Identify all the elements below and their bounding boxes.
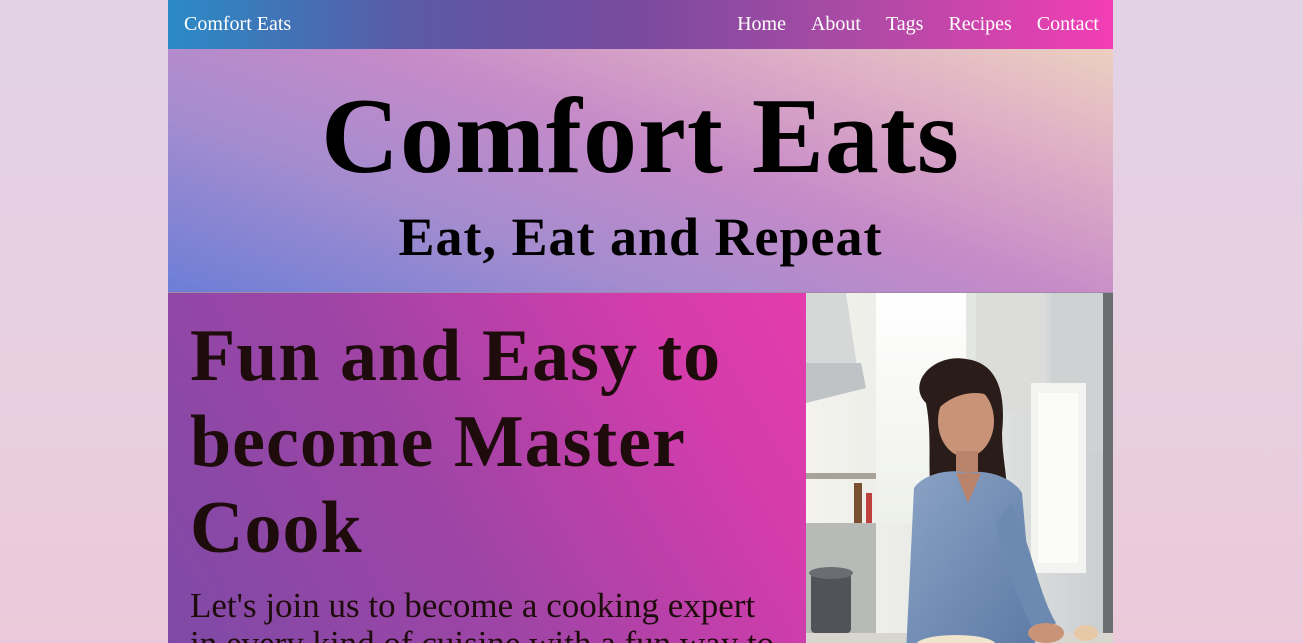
feature-body: Let's join us to become a cooking expert…: [190, 586, 774, 643]
kitchen-cook-image: [806, 293, 1113, 643]
nav-link-tags[interactable]: Tags: [886, 13, 923, 36]
nav-link-home[interactable]: Home: [737, 13, 786, 36]
feature-text-panel: Fun and Easy to become Master Cook Let's…: [168, 293, 806, 643]
hero-subtitle: Eat, Eat and Repeat: [398, 207, 883, 267]
brand-link[interactable]: Comfort Eats: [184, 13, 291, 36]
nav-links: Home About Tags Recipes Contact: [737, 0, 1113, 49]
nav-link-contact[interactable]: Contact: [1037, 13, 1099, 36]
navbar: Comfort Eats Home About Tags Recipes Con…: [168, 0, 1113, 49]
feature-section: Fun and Easy to become Master Cook Let's…: [168, 293, 1113, 643]
hero-banner: Comfort Eats Eat, Eat and Repeat: [168, 49, 1113, 293]
hero-title: Comfort Eats: [321, 77, 960, 196]
nav-link-about[interactable]: About: [811, 13, 861, 36]
page-container: Comfort Eats Home About Tags Recipes Con…: [168, 0, 1113, 643]
feature-heading: Fun and Easy to become Master Cook: [190, 315, 722, 569]
nav-link-recipes[interactable]: Recipes: [948, 13, 1011, 36]
